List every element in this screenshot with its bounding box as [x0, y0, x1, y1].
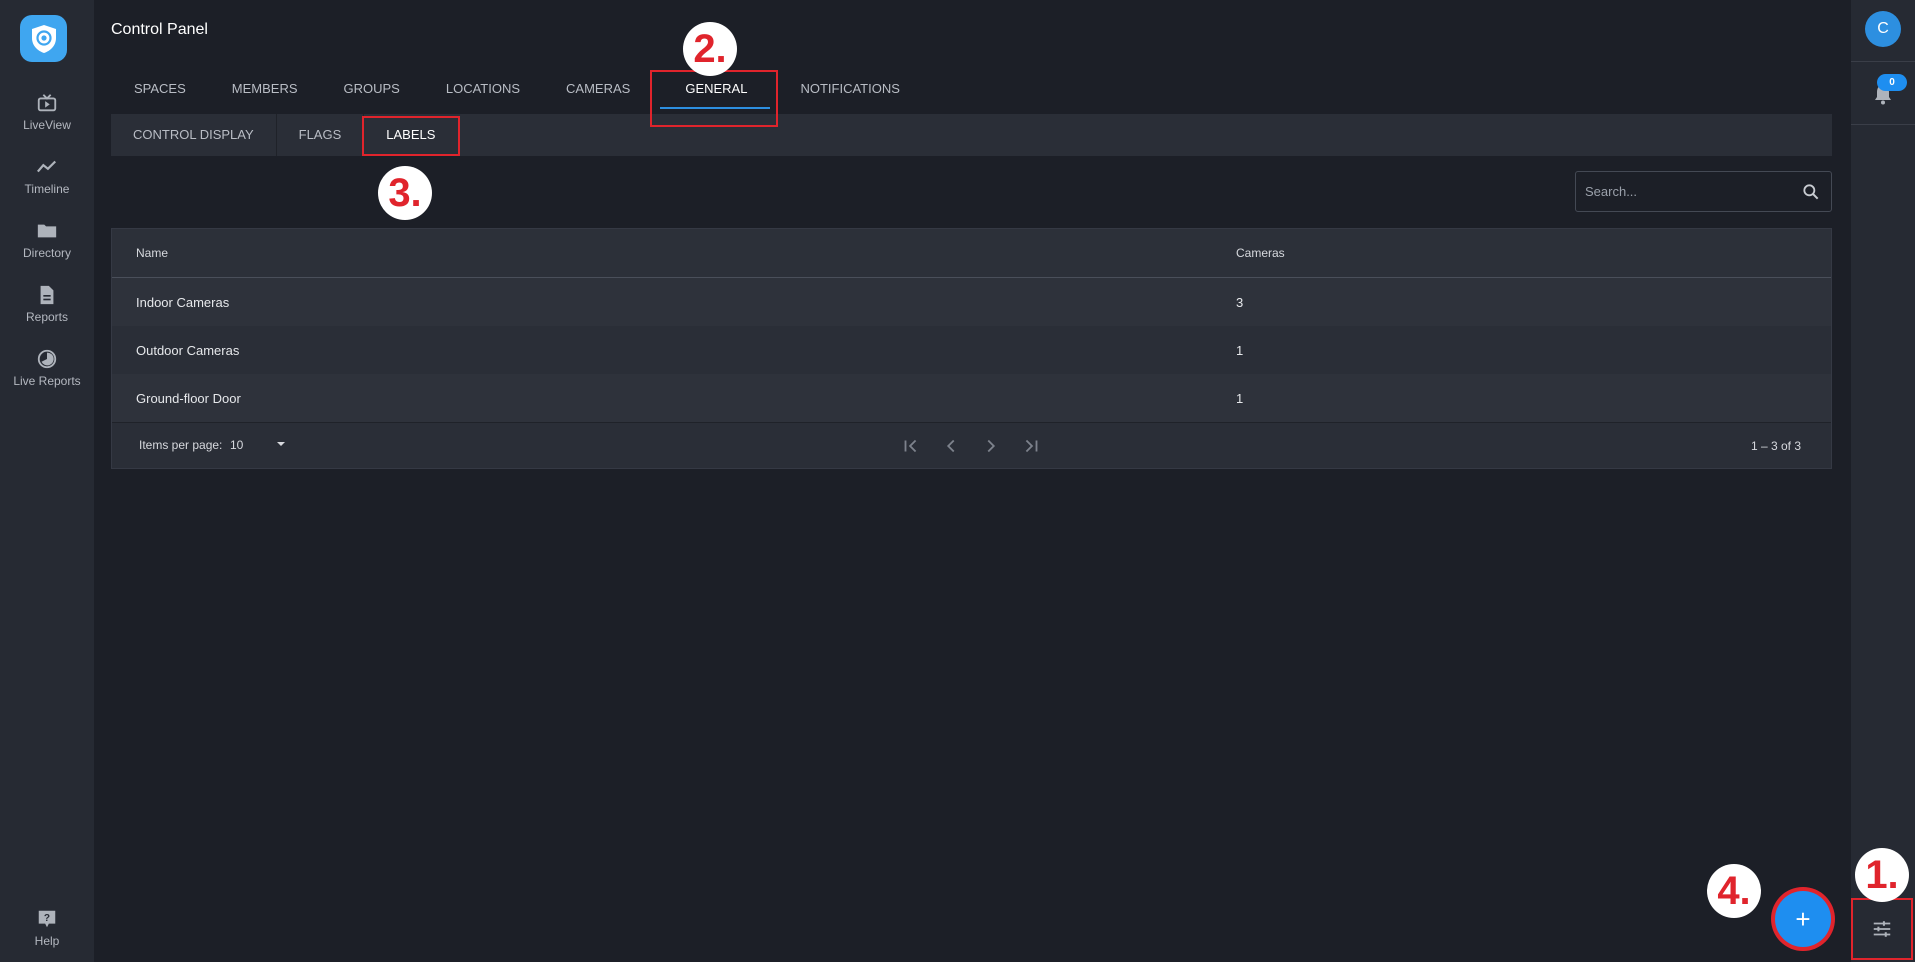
items-per-page-label: Items per page:: [139, 438, 223, 452]
column-header-cameras[interactable]: Cameras: [1236, 246, 1285, 260]
left-sidebar: LiveView Timeline Directory Reports Live…: [0, 0, 94, 962]
row-name: Indoor Cameras: [136, 294, 230, 310]
annotation-number-1: 1.: [1855, 848, 1909, 902]
labels-table: Name Cameras Indoor Cameras 3 Outdoor Ca…: [111, 228, 1832, 469]
last-page-icon[interactable]: [1020, 435, 1042, 457]
sidebar-item-live-reports[interactable]: Live Reports: [0, 348, 94, 388]
sidebar-item-help[interactable]: ? Help: [0, 908, 94, 948]
sliders-icon: [1873, 921, 1891, 937]
tab-locations[interactable]: LOCATIONS: [423, 70, 543, 108]
sidebar-item-label: Timeline: [24, 182, 70, 196]
next-page-icon[interactable]: [980, 435, 1002, 457]
divider: [1851, 61, 1915, 62]
row-cameras: 1: [1236, 390, 1244, 406]
tab-spaces[interactable]: SPACES: [111, 70, 209, 108]
page-range: 1 – 3 of 3: [1750, 439, 1801, 453]
search-icon[interactable]: [1801, 182, 1821, 202]
main-tabs: SPACES MEMBERS GROUPS LOCATIONS CAMERAS …: [111, 70, 923, 116]
folder-icon: [37, 224, 57, 238]
items-per-page-select[interactable]: 10: [230, 438, 243, 452]
sidebar-item-reports[interactable]: Reports: [0, 284, 94, 324]
sidebar-item-liveview[interactable]: LiveView: [0, 92, 94, 132]
timeline-icon: [36, 160, 57, 173]
live-reports-icon: [37, 349, 57, 369]
column-header-name[interactable]: Name: [136, 246, 168, 260]
sidebar-item-label: Directory: [22, 246, 71, 260]
sidebar-item-directory[interactable]: Directory: [0, 220, 94, 260]
row-cameras: 3: [1236, 294, 1244, 310]
right-rail: C 0: [1851, 0, 1915, 962]
subtab-flags[interactable]: FLAGS: [277, 114, 365, 156]
previous-page-icon[interactable]: [940, 435, 962, 457]
notification-badge: 0: [1877, 74, 1907, 91]
liveview-icon: [37, 94, 57, 112]
annotation-number-3: 3.: [378, 166, 432, 220]
table-header: Name Cameras: [112, 229, 1831, 278]
sidebar-item-label: Reports: [25, 310, 69, 324]
sidebar-item-label: LiveView: [23, 118, 71, 132]
divider: [1851, 124, 1915, 125]
table-body: Indoor Cameras 3 Outdoor Cameras 1 Groun…: [112, 278, 1831, 422]
search-box: [1575, 171, 1832, 212]
tab-members[interactable]: MEMBERS: [209, 70, 321, 108]
chevron-down-icon[interactable]: [273, 436, 289, 452]
table-row[interactable]: Outdoor Cameras 1: [112, 326, 1831, 374]
avatar[interactable]: C: [1865, 11, 1901, 47]
settings-button[interactable]: [1851, 898, 1913, 960]
reports-icon: [40, 285, 54, 305]
table-row[interactable]: Ground-floor Door 1: [112, 374, 1831, 422]
subtab-control-display[interactable]: CONTROL DISPLAY: [111, 114, 277, 156]
sidebar-item-label: Help: [34, 934, 60, 948]
sidebar-item-timeline[interactable]: Timeline: [0, 156, 94, 196]
tab-cameras[interactable]: CAMERAS: [543, 70, 653, 108]
add-label-button[interactable]: +: [1775, 891, 1831, 947]
row-cameras: 1: [1236, 342, 1244, 358]
annotation-number-2: 2.: [683, 22, 737, 76]
search-input[interactable]: [1585, 172, 1795, 211]
tab-notifications[interactable]: NOTIFICATIONS: [777, 70, 922, 108]
app-logo-icon[interactable]: [20, 15, 67, 62]
annotation-box-labels: [362, 116, 460, 156]
first-page-icon[interactable]: [900, 435, 922, 457]
row-name: Outdoor Cameras: [136, 342, 240, 358]
annotation-number-4: 4.: [1707, 864, 1761, 918]
sidebar-item-label: Live Reports: [13, 374, 81, 388]
row-name: Ground-floor Door: [136, 390, 241, 406]
tab-groups[interactable]: GROUPS: [321, 70, 423, 108]
annotation-box-general: [650, 70, 778, 127]
help-icon: ?: [38, 910, 56, 928]
page-title: Control Panel: [111, 21, 208, 38]
svg-text:?: ?: [44, 913, 50, 924]
table-row[interactable]: Indoor Cameras 3: [112, 278, 1831, 326]
paginator: Items per page: 10 1 – 3 of 3: [112, 422, 1831, 468]
